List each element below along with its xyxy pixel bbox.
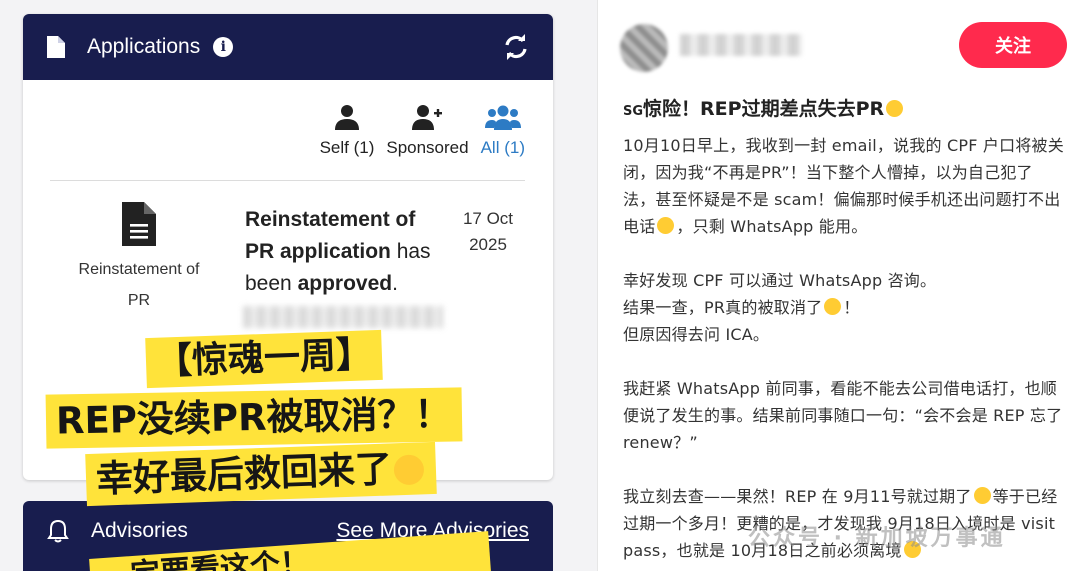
post-paragraph: 10月10日早上，我收到一封 email，说我的 CPF 户口将被关闭，因为我“… (623, 132, 1065, 240)
scream-emoji-icon (824, 298, 842, 315)
file-text-icon (122, 202, 156, 246)
post-p2-line2: 结果一查，PR真的被取消了 (623, 298, 823, 317)
user-plus-icon (412, 105, 443, 130)
overlay-line-1: 【惊魂一周】 (145, 329, 383, 389)
users-icon (484, 105, 521, 130)
overlay-line-3: 幸好最后救回来了 (85, 441, 437, 507)
redacted-reference (243, 306, 443, 328)
post-title-prefix: SG (623, 104, 644, 119)
user-icon (334, 105, 359, 130)
screenshot-image: Applications i Self (1) Sponsored All (1… (0, 0, 597, 571)
post-p1-tail: ，只剩 WhatsApp 能用。 (676, 217, 868, 236)
application-date-line2: 2025 (469, 235, 507, 254)
application-type: Reinstatement of PR (53, 202, 225, 316)
document-icon (47, 36, 65, 58)
applications-title: Applications (87, 35, 201, 58)
application-description: Reinstatement of PR application has been… (245, 204, 445, 300)
application-desc-bold2: approved (297, 272, 393, 295)
application-date-line1: 17 Oct (462, 209, 514, 228)
application-type-line1: Reinstatement of (78, 261, 200, 278)
post-paragraph: 幸好发现 CPF 可以通过 WhatsApp 咨询。 结果一查，PR真的被取消了… (623, 267, 1065, 348)
filter-sponsored-label: Sponsored (386, 138, 469, 157)
crying-emoji-icon (393, 454, 425, 486)
refresh-icon[interactable] (503, 34, 529, 60)
scared-emoji-icon (886, 100, 904, 117)
filter-self-label: Self (1) (319, 138, 375, 157)
post-p2-line3: 但原因得去问 ICA。 (623, 325, 770, 344)
overlay-line-2: REP没续PR被取消？！ (45, 387, 462, 449)
post-p4: 我立刻去查——果然！REP 在 9月11号就过期了 (623, 487, 972, 506)
post-p2-line2-tail: ！ (843, 298, 860, 317)
post-title: SG惊险！REP过期差点失去PR (623, 95, 905, 126)
application-date: 17 Oct 2025 (453, 206, 523, 258)
post-p2-line1: 幸好发现 CPF 可以通过 WhatsApp 咨询。 (623, 271, 937, 290)
bell-icon (47, 519, 69, 543)
advisories-title: Advisories (91, 519, 188, 542)
applications-header: Applications i (23, 14, 553, 80)
info-icon[interactable]: i (213, 37, 234, 57)
application-desc-text2: . (392, 272, 398, 295)
weary-emoji-icon (657, 217, 675, 234)
author-name-blurred[interactable] (680, 34, 802, 56)
application-desc-bold1: Reinstatement of PR application (245, 208, 416, 263)
divider (50, 180, 525, 181)
follow-button[interactable]: 关注 (959, 22, 1067, 68)
post-title-text: 惊险！REP过期差点失去PR (643, 98, 885, 120)
filter-self[interactable]: Self (1) (319, 104, 375, 158)
overlay-line-3-text: 幸好最后救回来了 (95, 447, 393, 501)
application-type-line2: PR (127, 292, 151, 309)
crying-emoji-icon (973, 487, 991, 504)
post-panel: 关注 SG惊险！REP过期差点失去PR 10月10日早上，我收到一封 email… (598, 0, 1080, 571)
post-paragraph: 我赶紧 WhatsApp 前同事，看能不能去公司借电话打，也顺便说了发生的事。结… (623, 375, 1065, 456)
author-avatar[interactable] (620, 24, 668, 72)
watermark: 公众号 · 新加坡万事通 (748, 526, 1006, 551)
post-body: 10月10日早上，我收到一封 email，说我的 CPF 户口将被关闭，因为我“… (623, 132, 1065, 564)
filter-all-label: All (1) (480, 138, 525, 157)
filter-sponsored[interactable]: Sponsored (386, 104, 469, 158)
post-p3: 我赶紧 WhatsApp 前同事，看能不能去公司借电话打，也顺便说了发生的事。结… (623, 379, 1063, 452)
filter-all[interactable]: All (1) (481, 104, 525, 158)
application-filters: Self (1) Sponsored All (1) (320, 104, 525, 158)
